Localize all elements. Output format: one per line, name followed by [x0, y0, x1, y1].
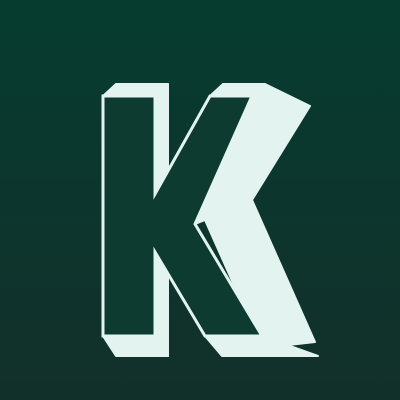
k-logo-tile [0, 0, 400, 400]
k-logo-icon [0, 0, 400, 400]
